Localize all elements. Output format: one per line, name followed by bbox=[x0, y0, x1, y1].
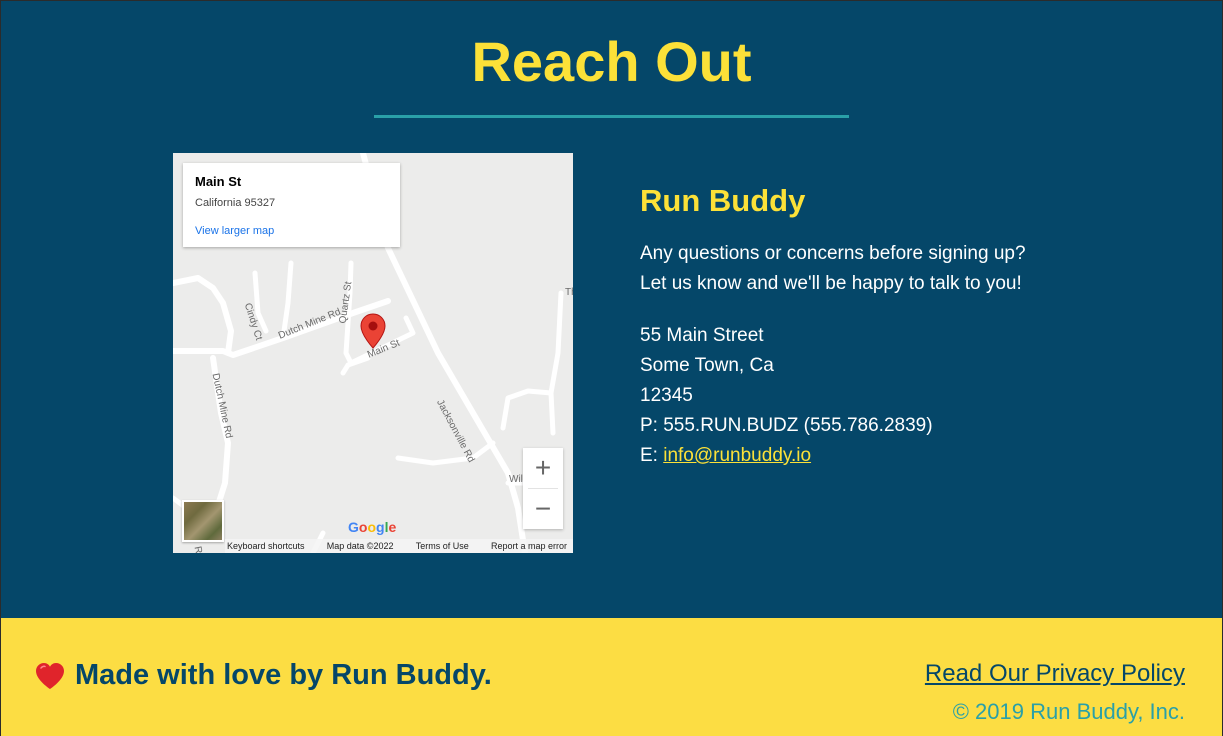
embedded-map[interactable]: Cindy Ct Dutch Mine Rd Quartz St Main St… bbox=[173, 153, 573, 553]
map-place-address: California 95327 bbox=[195, 197, 276, 209]
made-with-love: Made with love by Run Buddy. bbox=[35, 659, 492, 692]
contact-section: Reach Out Cindy Ct Dutch Mine Rd Quartz … bbox=[0, 0, 1223, 618]
contact-info: Run Buddy Any questions or concerns befo… bbox=[640, 181, 1026, 471]
email-prefix: E: bbox=[640, 445, 664, 466]
company-name: Run Buddy bbox=[640, 183, 806, 218]
logo-letter: g bbox=[376, 519, 385, 535]
map-data-label: Map data ©2022 bbox=[326, 541, 394, 551]
zoom-controls: + − bbox=[523, 448, 563, 529]
logo-letter: e bbox=[388, 519, 397, 535]
address-city: Some Town, Ca bbox=[640, 355, 774, 376]
privacy-policy-link[interactable]: Read Our Privacy Policy bbox=[925, 660, 1185, 688]
phone-number: P: 555.RUN.BUDZ (555.786.2839) bbox=[640, 415, 933, 436]
zoom-out-button[interactable]: − bbox=[523, 489, 563, 529]
map-place-title: Main St bbox=[195, 174, 242, 189]
logo-letter: o bbox=[358, 519, 368, 535]
logo-letter: o bbox=[367, 519, 377, 535]
keyboard-shortcuts-link[interactable]: Keyboard shortcuts bbox=[227, 541, 305, 551]
map-info-card: Main St California 95327 View larger map bbox=[183, 163, 400, 247]
title-divider bbox=[374, 115, 849, 118]
location-pin-icon[interactable] bbox=[360, 313, 386, 349]
terms-of-use-link[interactable]: Terms of Use bbox=[416, 541, 469, 551]
address-block: 55 Main Street Some Town, Ca 12345 P: 55… bbox=[640, 321, 1026, 471]
copyright-text: © 2019 Run Buddy, Inc. bbox=[952, 699, 1185, 724]
email-link[interactable]: info@runbuddy.io bbox=[663, 445, 811, 466]
view-larger-map-link[interactable]: View larger map bbox=[195, 225, 388, 237]
road-label: Wil bbox=[509, 474, 523, 485]
page: Reach Out Cindy Ct Dutch Mine Rd Quartz … bbox=[0, 0, 1223, 736]
address-street: 55 Main Street bbox=[640, 325, 764, 346]
logo-letter: G bbox=[348, 519, 359, 535]
google-logo: Google bbox=[348, 519, 396, 535]
address-zip: 12345 bbox=[640, 385, 693, 406]
message-line: Any questions or concerns before signing… bbox=[640, 243, 1026, 264]
zoom-in-button[interactable]: + bbox=[523, 448, 563, 488]
made-with-love-text: Made with love by Run Buddy. bbox=[75, 659, 492, 691]
map-footer: Keyboard shortcuts Map data ©2022 Terms … bbox=[225, 539, 573, 553]
section-title: Reach Out bbox=[471, 30, 752, 93]
contact-message: Any questions or concerns before signing… bbox=[640, 239, 1026, 299]
heart-icon bbox=[36, 662, 64, 689]
road-label: Th bbox=[565, 287, 573, 298]
satellite-view-toggle[interactable] bbox=[182, 500, 224, 542]
message-line: Let us know and we'll be happy to talk t… bbox=[640, 273, 1022, 294]
report-map-error-link[interactable]: Report a map error bbox=[491, 541, 567, 551]
